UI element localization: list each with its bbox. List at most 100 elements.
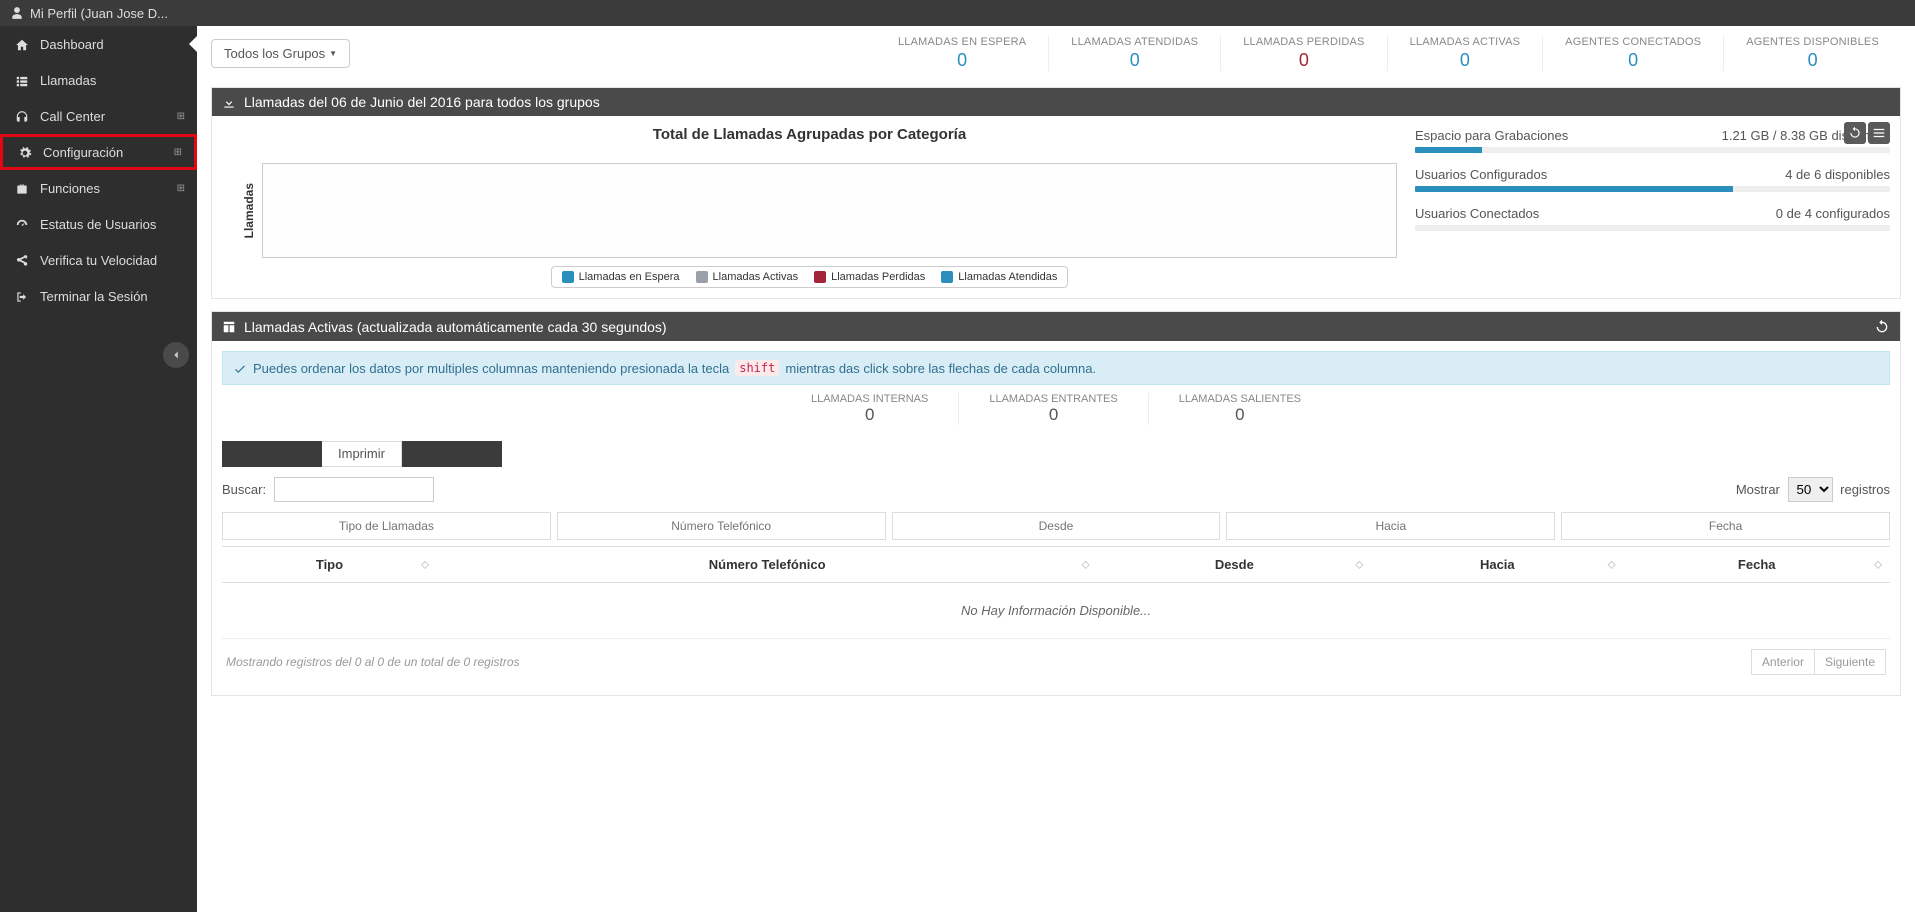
sidebar-item-verifica-tu-velocidad[interactable]: Verifica tu Velocidad xyxy=(0,242,197,278)
calls-chart-panel: Llamadas del 06 de Junio del 2016 para t… xyxy=(211,87,1901,299)
sidebar-item-configuración[interactable]: Configuración ⊞ xyxy=(0,134,197,170)
kpi-label: LLAMADAS ACTIVAS xyxy=(1410,36,1521,48)
kpi-label: LLAMADAS ATENDIDAS xyxy=(1071,36,1198,48)
stat-row: Usuarios Conectados0 de 4 configurados xyxy=(1415,206,1890,231)
sub-kpi: LLAMADAS SALIENTES0 xyxy=(1149,393,1331,425)
column-filter-input[interactable] xyxy=(557,512,886,540)
sidebar-item-llamadas[interactable]: Llamadas xyxy=(0,62,197,98)
chart-title: Total de Llamadas Agrupadas por Categorí… xyxy=(222,126,1397,143)
sidebar-item-dashboard[interactable]: Dashboard xyxy=(0,26,197,62)
search-wrapper: Buscar: xyxy=(222,477,434,502)
search-input[interactable] xyxy=(274,477,434,502)
stat-bar xyxy=(1415,225,1890,231)
active-calls-table: Tipo◇Número Telefónico◇Desde◇Hacia◇Fecha… xyxy=(222,546,1890,639)
sort-icon: ◇ xyxy=(1082,559,1090,570)
signout-icon xyxy=(12,288,32,304)
table-info: Mostrando registros del 0 al 0 de un tot… xyxy=(226,655,520,669)
briefcase-icon xyxy=(12,180,32,196)
column-header[interactable]: Tipo◇ xyxy=(222,547,437,583)
sort-icon: ◇ xyxy=(1356,559,1364,570)
export-button-2[interactable] xyxy=(272,441,322,467)
export-button-row: Imprimir xyxy=(222,441,1890,467)
main-header: Todos los Grupos ▼ LLAMADAS EN ESPERA0 LL… xyxy=(197,26,1915,81)
sidebar-item-label: Configuración xyxy=(43,145,123,160)
sub-kpi-value: 0 xyxy=(1179,405,1301,425)
sidebar: DashboardLlamadasCall Center⊞Configuraci… xyxy=(0,26,197,912)
chart-list-button[interactable] xyxy=(1868,122,1890,144)
page-size-select[interactable]: 50 xyxy=(1788,477,1833,502)
sub-kpi-bar: LLAMADAS INTERNAS0LLAMADAS ENTRANTES0LLA… xyxy=(222,393,1890,425)
kpi-llamadas-perdidas: LLAMADAS PERDIDAS 0 xyxy=(1221,36,1387,71)
kpi-value: 0 xyxy=(1243,50,1364,71)
sidebar-item-label: Terminar la Sesión xyxy=(40,289,148,304)
show-label: Mostrar xyxy=(1736,482,1780,497)
stat-value: 0 de 4 configurados xyxy=(1776,206,1890,221)
download-icon xyxy=(222,94,236,110)
cogs-icon xyxy=(15,144,35,160)
chart-column: Total de Llamadas Agrupadas por Categorí… xyxy=(222,126,1397,288)
user-icon xyxy=(10,6,24,21)
legend-label: Llamadas Perdidas xyxy=(831,271,925,283)
kpi-label: AGENTES CONECTADOS xyxy=(1565,36,1701,48)
expand-icon: ⊞ xyxy=(177,183,185,194)
topbar: Mi Perfil (Juan Jose D... xyxy=(0,0,1915,26)
tip-text-post: mientras das click sobre las flechas de … xyxy=(785,361,1096,376)
column-filter-input[interactable] xyxy=(1561,512,1890,540)
kpi-llamadas-en-espera: LLAMADAS EN ESPERA0 xyxy=(876,36,1049,71)
export-button-1[interactable] xyxy=(222,441,272,467)
check-icon xyxy=(233,360,247,376)
sidebar-item-funciones[interactable]: Funciones⊞ xyxy=(0,170,197,206)
stat-label: Espacio para Grabaciones xyxy=(1415,128,1568,143)
refresh-icon[interactable] xyxy=(1874,318,1890,335)
column-header[interactable]: Hacia◇ xyxy=(1371,547,1623,583)
stat-row: Usuarios Configurados4 de 6 disponibles xyxy=(1415,167,1890,192)
sidebar-item-label: Call Center xyxy=(40,109,105,124)
sidebar-item-label: Llamadas xyxy=(40,73,96,88)
profile-menu[interactable]: Mi Perfil (Juan Jose D... xyxy=(30,6,168,21)
column-filter-row xyxy=(222,512,1890,540)
export-button-3[interactable] xyxy=(402,441,502,467)
pager-prev[interactable]: Anterior xyxy=(1751,649,1815,675)
group-filter-label: Todos los Grupos xyxy=(224,46,325,61)
print-button[interactable]: Imprimir xyxy=(322,441,402,467)
stat-value: 4 de 6 disponibles xyxy=(1785,167,1890,182)
kpi-value: 0 xyxy=(1565,50,1701,71)
sidebar-item-terminar-la-sesión[interactable]: Terminar la Sesión xyxy=(0,278,197,314)
legend-item: Llamadas Perdidas xyxy=(814,271,925,283)
expand-icon: ⊞ xyxy=(174,147,182,158)
panel-title: Llamadas del 06 de Junio del 2016 para t… xyxy=(244,94,600,110)
chart-ylabel: Llamadas xyxy=(242,183,256,238)
kpi-agentes-conectados: AGENTES CONECTADOS 0 xyxy=(1543,36,1724,71)
kpi-value: 0 xyxy=(1071,50,1198,71)
active-calls-panel: Llamadas Activas (actualizada automática… xyxy=(211,311,1901,696)
legend-swatch xyxy=(814,271,826,283)
kpi-label: LLAMADAS PERDIDAS xyxy=(1243,36,1364,48)
legend-label: Llamadas Atendidas xyxy=(958,271,1057,283)
tip-text-pre: Puedes ordenar los datos por multiples c… xyxy=(253,361,729,376)
column-filter-input[interactable] xyxy=(222,512,551,540)
sub-kpi: LLAMADAS INTERNAS0 xyxy=(781,393,959,425)
column-header[interactable]: Desde◇ xyxy=(1097,547,1371,583)
records-label: registros xyxy=(1840,482,1890,497)
sub-kpi-label: LLAMADAS SALIENTES xyxy=(1179,393,1301,405)
panel-title: Llamadas Activas (actualizada automática… xyxy=(244,319,667,335)
pager-next[interactable]: Siguiente xyxy=(1815,649,1886,675)
column-filter-input[interactable] xyxy=(892,512,1221,540)
pagination: Anterior Siguiente xyxy=(1751,649,1886,675)
panel-header: Llamadas Activas (actualizada automática… xyxy=(212,312,1900,341)
sub-kpi-label: LLAMADAS INTERNAS xyxy=(811,393,928,405)
column-filter-input[interactable] xyxy=(1226,512,1555,540)
sidebar-collapse-button[interactable] xyxy=(163,342,189,368)
sidebar-item-call-center[interactable]: Call Center⊞ xyxy=(0,98,197,134)
group-filter-dropdown[interactable]: Todos los Grupos ▼ xyxy=(211,39,350,68)
chart-refresh-button[interactable] xyxy=(1844,122,1866,144)
column-header[interactable]: Fecha◇ xyxy=(1623,547,1890,583)
kpi-value: 0 xyxy=(1746,50,1879,71)
kpi-value: 0 xyxy=(898,50,1026,71)
kpi-bar: LLAMADAS EN ESPERA0LLAMADAS ATENDIDAS0LL… xyxy=(876,36,1901,71)
kpi-value: 0 xyxy=(1410,50,1521,71)
stat-bar xyxy=(1415,186,1890,192)
sidebar-item-estatus-de-usuarios[interactable]: Estatus de Usuarios xyxy=(0,206,197,242)
column-header[interactable]: Número Telefónico◇ xyxy=(437,547,1098,583)
stat-bar xyxy=(1415,147,1890,153)
